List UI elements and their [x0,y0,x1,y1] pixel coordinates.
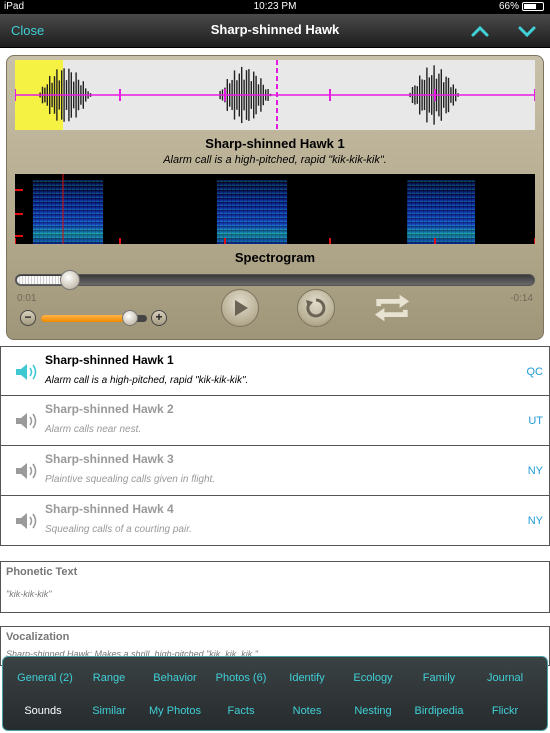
spectrogram [15,174,535,244]
region-code: NY [527,465,543,477]
chevron-up-icon[interactable] [470,23,490,39]
tab-photos[interactable]: Photos (6) [207,672,275,684]
tab-general[interactable]: General (2) [11,672,79,684]
tab-journal[interactable]: Journal [471,672,539,684]
recording-row[interactable]: Sharp-shinned Hawk 1 Alarm call is a hig… [0,346,550,396]
speaker-icon [16,463,37,479]
speaker-icon [16,413,37,429]
volume-down-button[interactable]: − [20,310,36,326]
section-heading: Vocalization [6,631,70,643]
tab-flickr[interactable]: Flickr [471,705,539,717]
section-tab-bar: General (2) Range Behavior Photos (6) Id… [2,656,548,731]
region-code: NY [527,515,543,527]
sound-player-panel: Sharp-shinned Hawk 1 Alarm call is a hig… [6,55,544,340]
volume-handle[interactable] [122,310,139,326]
tab-behavior[interactable]: Behavior [141,672,209,684]
battery-percent: 66% [498,1,519,12]
volume-up-button[interactable]: + [151,310,167,326]
recordings-list: Sharp-shinned Hawk 1 Alarm call is a hig… [0,346,550,546]
recording-desc: Plaintive squealing calls given in fligh… [45,474,216,485]
recording-name: Sharp-shinned Hawk 1 [45,353,174,367]
speaker-icon [16,364,37,380]
waveform [15,60,535,130]
waveform-view[interactable] [15,60,535,130]
recording-title: Sharp-shinned Hawk 1 [205,136,345,151]
chevron-down-icon[interactable] [517,23,537,39]
tab-identify[interactable]: Identify [273,672,341,684]
elapsed-time: 0:01 [17,293,37,304]
tab-facts[interactable]: Facts [207,705,275,717]
remaining-time: -0:14 [510,293,533,304]
battery-icon [522,2,544,11]
tab-notes[interactable]: Notes [273,705,341,717]
tab-my-photos[interactable]: My Photos [141,705,209,717]
recording-row[interactable]: Sharp-shinned Hawk 3 Plaintive squealing… [0,446,550,496]
tab-birdipedia[interactable]: Birdipedia [405,705,473,717]
recording-desc: Alarm call is a high-pitched, rapid "kik… [45,375,249,386]
tab-ecology[interactable]: Ecology [339,672,407,684]
tab-range[interactable]: Range [75,672,143,684]
tab-similar[interactable]: Similar [75,705,143,717]
recording-description: Alarm call is a high-pitched, rapid "kik… [163,154,387,166]
recording-name: Sharp-shinned Hawk 3 [45,452,174,466]
region-code: UT [528,415,543,427]
spectrogram-label: Spectrogram [234,250,316,265]
page-title: Sharp-shinned Hawk [210,22,340,37]
battery-indicator: 66% [499,1,544,12]
recording-name: Sharp-shinned Hawk 4 [45,502,174,516]
recording-row[interactable]: Sharp-shinned Hawk 2 Alarm calls near ne… [0,396,550,446]
recording-name: Sharp-shinned Hawk 2 [45,402,174,416]
status-bar: iPad 10:23 PM 66% [0,0,550,14]
replay-button[interactable] [297,289,335,327]
tab-sounds[interactable]: Sounds [9,705,77,717]
replay-icon [306,298,326,318]
phonetic-text-section: Phonetic Text "kik-kik-kik" [0,561,550,613]
tab-family[interactable]: Family [405,672,473,684]
recording-desc: Alarm calls near nest. [45,424,142,435]
speaker-icon [16,513,37,529]
recording-desc: Squealing calls of a courting pair. [45,524,192,535]
loop-button[interactable] [373,289,411,327]
section-body: "kik-kik-kik" [6,589,52,599]
loop-icon [374,294,410,322]
region-code: QC [526,366,544,378]
scrubber-handle[interactable] [59,270,80,290]
section-heading: Phonetic Text [6,566,78,578]
spectrogram-view[interactable] [15,174,535,244]
play-button[interactable] [221,289,259,327]
recording-row[interactable]: Sharp-shinned Hawk 4 Squealing calls of … [0,496,550,546]
play-icon [235,300,248,316]
playback-scrubber[interactable] [15,270,535,290]
volume-level [41,315,131,322]
clock: 10:23 PM [253,1,297,12]
tab-nesting[interactable]: Nesting [339,705,407,717]
navigation-bar: Close Sharp-shinned Hawk [0,14,550,48]
volume-slider[interactable] [41,310,147,326]
